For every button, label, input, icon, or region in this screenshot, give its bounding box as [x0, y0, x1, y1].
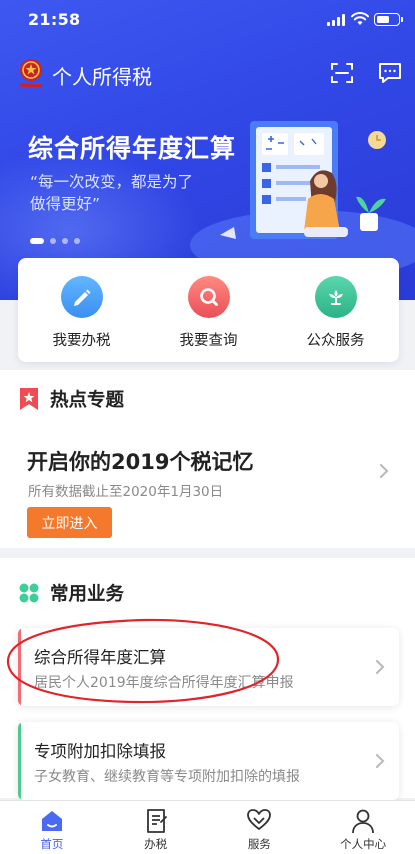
tax-emblem-icon — [20, 59, 42, 87]
bookmark-star-icon — [20, 388, 38, 410]
service-title: 专项附加扣除填报 — [34, 742, 166, 761]
hero-banner: 21:58 个人所得税 综合所得年度汇算 “每一次改变，都是为了 做得更好” — [0, 0, 415, 300]
action-label: 我要查询 — [179, 333, 238, 349]
red-annotation-ellipse — [6, 618, 280, 704]
bottom-tab-bar: 首页 办税 服务 个人中心 — [0, 800, 415, 854]
section-title: 常用业务 — [50, 584, 125, 605]
action-label: 公众服务 — [306, 333, 365, 349]
flower-icon — [314, 276, 357, 318]
tab-label: 办税 — [144, 837, 168, 851]
wifi-icon — [351, 12, 369, 25]
carousel-dot[interactable] — [74, 238, 80, 244]
tab-service[interactable]: 服务 — [208, 801, 312, 854]
person-icon — [352, 809, 375, 834]
service-subtitle: 子女教育、继续教育等专项附加扣除的填报 — [34, 769, 300, 785]
tab-label: 个人中心 — [340, 837, 387, 851]
magnifier-icon — [187, 276, 230, 318]
pencil-icon — [60, 276, 103, 318]
section-header: 热点专题 — [18, 386, 124, 412]
tab-tax[interactable]: 办税 — [104, 801, 208, 854]
hot-topics-section: 热点专题 开启你的2019个税记忆 所有数据截止至2020年1月30日 立即进入 — [0, 370, 415, 548]
chevron-right-icon — [376, 660, 385, 674]
message-icon[interactable] — [377, 60, 403, 86]
chevron-right-icon[interactable] — [379, 463, 389, 479]
action-label: 我要办税 — [52, 333, 111, 349]
status-bar: 21:58 — [0, 0, 415, 40]
carousel-indicator — [30, 238, 80, 244]
home-icon — [41, 811, 62, 831]
scan-icon[interactable] — [330, 61, 354, 85]
heart-hands-icon — [247, 809, 272, 830]
carousel-dot[interactable] — [30, 238, 44, 244]
action-query[interactable]: 我要查询 — [145, 258, 272, 362]
hot-topic-subtitle: 所有数据截止至2020年1月30日 — [28, 484, 224, 500]
tab-home[interactable]: 首页 — [0, 801, 104, 854]
enter-now-button[interactable]: 立即进入 — [27, 507, 112, 538]
service-special-deduction[interactable]: 专项附加扣除填报 子女教育、继续教育等专项附加扣除的填报 — [18, 722, 399, 800]
carousel-dot[interactable] — [62, 238, 68, 244]
hot-topic-title[interactable]: 开启你的2019个税记忆 — [27, 446, 253, 476]
quick-actions-card: 我要办税 我要查询 公众服务 — [18, 258, 399, 362]
action-tax-filing[interactable]: 我要办税 — [18, 258, 145, 362]
banner-illustration — [220, 121, 386, 239]
card-accent — [18, 722, 21, 800]
grid-clover-icon — [19, 583, 39, 603]
chevron-right-icon — [376, 754, 385, 768]
tab-label: 服务 — [247, 837, 271, 851]
status-time: 21:58 — [28, 10, 81, 29]
battery-icon — [374, 13, 403, 26]
section-title: 热点专题 — [50, 390, 125, 411]
document-icon — [146, 809, 167, 833]
app-title: 个人所得税 — [52, 65, 152, 89]
tab-profile[interactable]: 个人中心 — [311, 801, 415, 854]
tab-label: 首页 — [40, 837, 64, 851]
section-header: 常用业务 — [18, 580, 124, 606]
action-public-service[interactable]: 公众服务 — [272, 258, 399, 362]
signal-icon — [327, 14, 345, 26]
carousel-dot[interactable] — [50, 238, 56, 244]
